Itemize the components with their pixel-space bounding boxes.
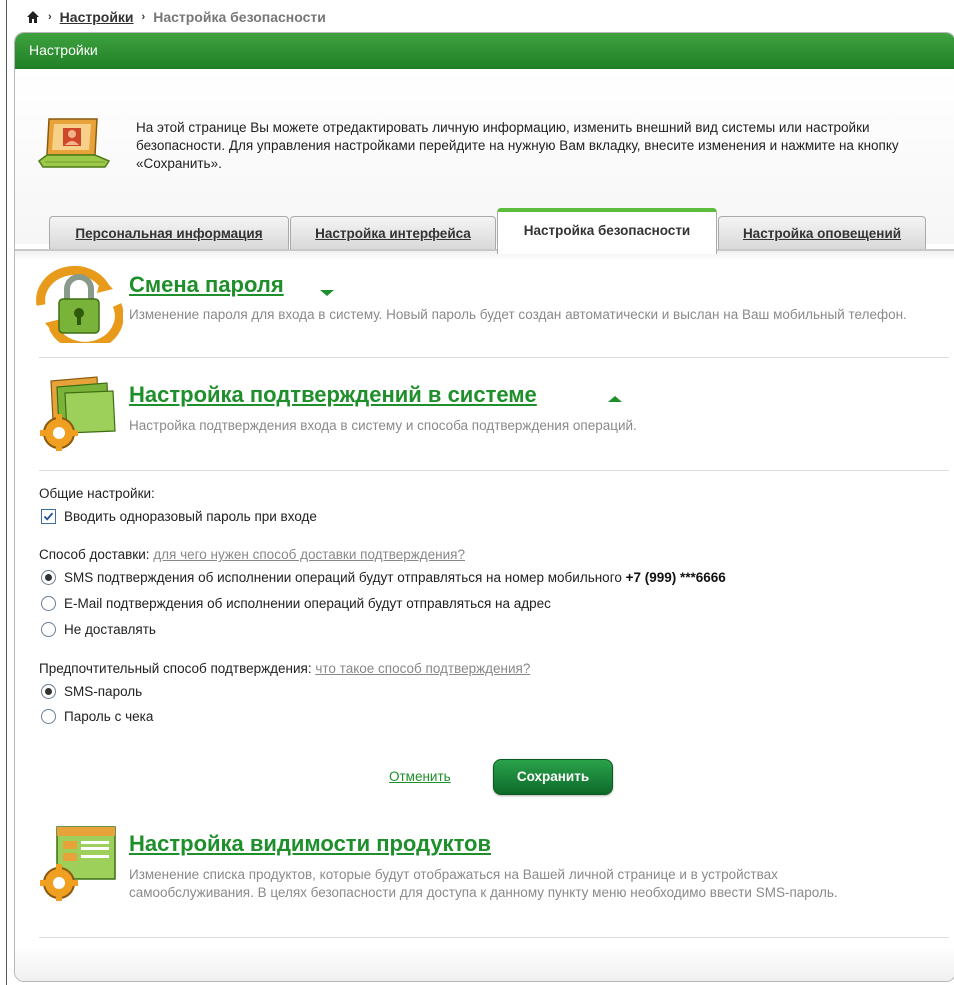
- method-option-label: Пароль с чека: [64, 709, 154, 724]
- breadcrumb: › Настройки › Настройка безопасности: [26, 7, 326, 27]
- delivery-option-label: E-Mail подтверждения об исполнении опера…: [64, 596, 551, 611]
- breadcrumb-separator: ›: [141, 11, 146, 23]
- tab-interface[interactable]: Настройка интерфейса: [290, 216, 496, 249]
- tab-label: Настройка интерфейса: [315, 226, 471, 241]
- collapse-arrow-up-icon[interactable]: [608, 396, 622, 402]
- confirmation-method-label: Предпочтительный способ подтверждения: ч…: [39, 661, 530, 676]
- section-title-password[interactable]: Смена пароля: [129, 272, 284, 298]
- padlock-icon: [35, 265, 124, 351]
- delivery-radio-sms[interactable]: [41, 570, 56, 585]
- method-option-sms[interactable]: SMS-пароль: [41, 684, 142, 699]
- otp-checkbox[interactable]: [41, 509, 56, 524]
- cancel-link[interactable]: Отменить: [389, 769, 451, 784]
- method-radio-receipt[interactable]: [41, 709, 56, 724]
- section-desc-confirmations: Настройка подтверждения входа в систему …: [129, 418, 637, 433]
- left-border: [6, 0, 7, 985]
- product-visibility-icon: [39, 823, 123, 901]
- divider: [39, 357, 949, 358]
- expand-arrow-down-icon[interactable]: [320, 290, 334, 296]
- method-option-receipt[interactable]: Пароль с чека: [41, 709, 153, 724]
- delivery-option-none[interactable]: Не доставлять: [41, 622, 156, 637]
- tab-label: Настройка оповещений: [742, 226, 902, 241]
- tab-security[interactable]: Настройка безопасности: [497, 208, 717, 254]
- delivery-label-text: Способ доставки:: [39, 547, 150, 562]
- divider: [39, 470, 949, 471]
- general-settings-label: Общие настройки:: [39, 486, 155, 501]
- method-option-label: SMS-пароль: [64, 684, 143, 699]
- delivery-option-sms[interactable]: SMS подтверждения об исполнении операций…: [41, 570, 726, 585]
- method-radio-sms[interactable]: [41, 684, 56, 699]
- delivery-help-link[interactable]: для чего нужен способ доставки подтвержд…: [153, 547, 465, 562]
- section-title-confirmations[interactable]: Настройка подтверждений в системе: [129, 382, 537, 408]
- settings-cards-icon: [37, 375, 121, 451]
- delivery-option-label: Не доставлять: [64, 622, 156, 637]
- delivery-method-label: Способ доставки: для чего нужен способ д…: [39, 547, 465, 562]
- tab-label: Персональная информация: [75, 226, 263, 241]
- laptop-icon: [35, 115, 113, 173]
- method-help-link[interactable]: что такое способ подтверждения?: [315, 661, 530, 676]
- phone-number: +7 (999) ***6666: [625, 570, 726, 585]
- delivery-radio-email[interactable]: [41, 596, 56, 611]
- section-desc-password: Изменение пароля для входа в систему. Но…: [129, 307, 907, 322]
- tab-notifications[interactable]: Настройка оповещений: [718, 216, 926, 249]
- breadcrumb-current: Настройка безопасности: [153, 9, 326, 25]
- save-button[interactable]: Сохранить: [493, 759, 613, 795]
- tab-bar: Персональная информация Настройка интерф…: [41, 208, 941, 254]
- tab-label: Настройка безопасности: [523, 223, 691, 238]
- delivery-option-email[interactable]: E-Mail подтверждения об исполнении опера…: [41, 596, 551, 611]
- intro-text: На этой странице Вы можете отредактирова…: [136, 120, 899, 171]
- tab-personal-info[interactable]: Персональная информация: [49, 216, 289, 249]
- panel-title: Настройки: [15, 33, 954, 70]
- divider: [39, 937, 949, 938]
- settings-panel: Настройки На этой странице Вы можете отр…: [14, 32, 954, 982]
- delivery-option-label: SMS подтверждения об исполнении операций…: [64, 570, 622, 585]
- delivery-radio-none[interactable]: [41, 622, 56, 637]
- otp-option[interactable]: Вводить одноразовый пароль при входе: [41, 509, 317, 524]
- section-title-visibility[interactable]: Настройка видимости продуктов: [129, 831, 491, 857]
- section-desc-visibility: Изменение списка продуктов, которые буду…: [129, 867, 838, 900]
- otp-checkbox-label: Вводить одноразовый пароль при входе: [64, 509, 317, 524]
- breadcrumb-separator: ›: [48, 11, 52, 23]
- method-label-text: Предпочтительный способ подтверждения:: [39, 661, 312, 676]
- panel-footer: [15, 945, 954, 981]
- home-icon[interactable]: [26, 10, 40, 24]
- content-shade: [15, 251, 954, 261]
- breadcrumb-link-settings[interactable]: Настройки: [60, 9, 134, 25]
